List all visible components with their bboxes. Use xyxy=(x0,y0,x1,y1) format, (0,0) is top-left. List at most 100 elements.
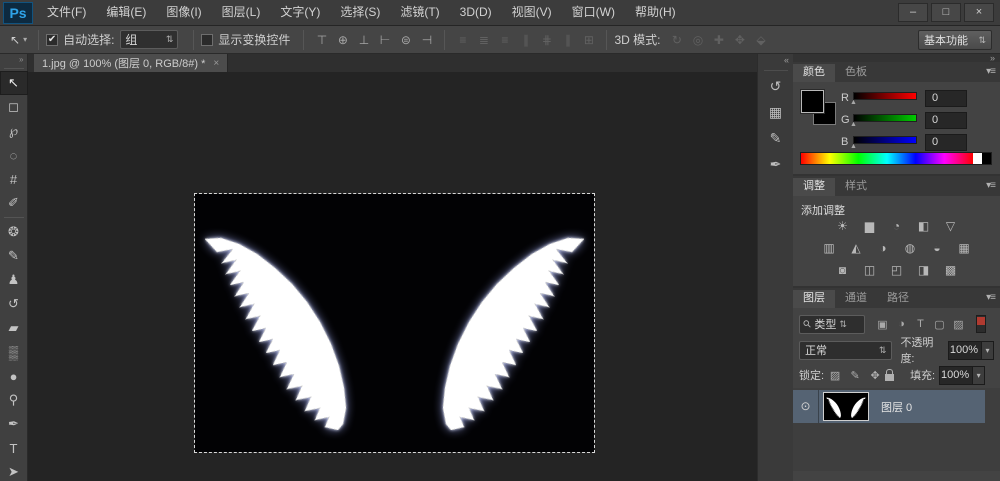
visibility-eye-icon[interactable]: ⊙ xyxy=(793,390,819,423)
tool-history-brush[interactable]: ↺ xyxy=(1,292,27,316)
minimize-button[interactable]: – xyxy=(898,3,928,22)
adjust-posterize-icon[interactable]: ◫ xyxy=(860,262,880,278)
menu-layer[interactable]: 图层(L) xyxy=(212,0,271,26)
adjust-color-lookup-icon[interactable]: ▦ xyxy=(954,240,974,256)
tool-spot-healing-brush[interactable]: ❂ xyxy=(1,220,27,244)
align-horizontal-centers-icon[interactable]: ⊜ xyxy=(395,30,416,50)
menu-view[interactable]: 视图(V) xyxy=(502,0,562,26)
menu-select[interactable]: 选择(S) xyxy=(330,0,390,26)
red-slider-track[interactable] xyxy=(853,92,917,100)
auto-align-layers-icon[interactable]: ⊞ xyxy=(578,30,599,50)
distribute-top-edges-icon[interactable]: ≡ xyxy=(452,30,473,50)
lock-transparent-pixels-icon[interactable]: ▨ xyxy=(828,368,842,382)
slider-thumb[interactable]: ▲ xyxy=(850,143,857,150)
tool-quick-selection[interactable]: ◌ xyxy=(1,143,27,167)
adjust-levels-icon[interactable]: ▆ xyxy=(860,218,880,234)
layer-thumbnail[interactable] xyxy=(823,392,869,421)
tool-eraser[interactable]: ▰ xyxy=(1,316,27,340)
tool-path-selection[interactable]: ➤ xyxy=(1,460,27,481)
layer-filter-type-dropdown[interactable]: ⚲ 类型 ⇅ xyxy=(799,315,865,334)
layer-name[interactable]: 图层 0 xyxy=(881,399,912,415)
tab-channels[interactable]: 通道 xyxy=(835,290,877,308)
3d-slide-icon[interactable]: ✥ xyxy=(729,30,750,50)
current-tool-preset[interactable]: ↖ ▾ xyxy=(6,31,31,49)
distribute-left-edges-icon[interactable]: ∥ xyxy=(515,30,536,50)
panel-menu-icon[interactable]: ▾≡ xyxy=(986,180,995,191)
adjust-threshold-icon[interactable]: ◰ xyxy=(887,262,907,278)
adjust-curves-icon[interactable]: ◔ xyxy=(887,218,907,234)
panel-menu-icon[interactable]: ▾≡ xyxy=(986,66,995,77)
menu-filter[interactable]: 滤镜(T) xyxy=(390,0,449,26)
tool-crop[interactable]: # xyxy=(1,167,27,191)
auto-select-checkbox[interactable]: ✔ xyxy=(46,34,58,46)
menu-edit[interactable]: 编辑(E) xyxy=(96,0,156,26)
green-slider-track[interactable] xyxy=(853,114,917,122)
dock-tool-presets-icon[interactable]: ✎ xyxy=(763,126,789,150)
filter-adjustment-layers-icon[interactable]: ◑ xyxy=(892,315,911,333)
blue-slider-track[interactable] xyxy=(853,136,917,144)
opacity-field[interactable]: 100% ▾ xyxy=(948,341,994,360)
adjust-gradient-map-icon[interactable]: ◨ xyxy=(914,262,934,278)
filter-smart-objects-icon[interactable]: ▨ xyxy=(949,315,968,333)
document-tab[interactable]: 1.jpg @ 100% (图层 0, RGB/8#) * × xyxy=(34,54,228,72)
menu-file[interactable]: 文件(F) xyxy=(37,0,96,26)
tool-clone-stamp[interactable]: ♟ xyxy=(1,268,27,292)
adjust-photo-filter-icon[interactable]: ◍ xyxy=(900,240,920,256)
menu-window[interactable]: 窗口(W) xyxy=(562,0,625,26)
menu-3d[interactable]: 3D(D) xyxy=(450,0,502,26)
red-value-field[interactable]: 0 xyxy=(925,90,967,107)
canvas-document[interactable] xyxy=(195,194,594,452)
adjust-brightness-contrast-icon[interactable]: ☀ xyxy=(833,218,853,234)
layer-row-selected[interactable]: ⊙ 图层 0 xyxy=(793,390,985,423)
chevron-down-icon[interactable]: ▾ xyxy=(973,366,985,385)
panel-menu-icon[interactable]: ▾≡ xyxy=(986,292,995,303)
3d-roll-icon[interactable]: ◎ xyxy=(687,30,708,50)
distribute-vertical-centers-icon[interactable]: ≣ xyxy=(473,30,494,50)
tab-layers[interactable]: 图层 xyxy=(793,290,835,308)
dock-properties-icon[interactable]: ▦ xyxy=(763,100,789,124)
tools-collapse-icon[interactable]: » xyxy=(0,54,28,66)
adjust-vibrance-icon[interactable]: ▽ xyxy=(941,218,961,234)
close-tab-icon[interactable]: × xyxy=(213,58,219,69)
align-right-edges-icon[interactable]: ⊣ xyxy=(416,30,437,50)
menu-help[interactable]: 帮助(H) xyxy=(625,0,686,26)
tool-dodge[interactable]: ⚲ xyxy=(1,388,27,412)
adjust-invert-icon[interactable]: ◙ xyxy=(833,262,853,278)
show-transform-checkbox[interactable] xyxy=(201,34,213,46)
lock-all-icon[interactable] xyxy=(882,368,896,382)
distribute-bottom-edges-icon[interactable]: ≡ xyxy=(494,30,515,50)
tool-blur[interactable]: ● xyxy=(1,364,27,388)
tab-paths[interactable]: 路径 xyxy=(877,290,919,308)
menu-image[interactable]: 图像(I) xyxy=(156,0,211,26)
green-value-field[interactable]: 0 xyxy=(925,112,967,129)
dock-brush-presets-icon[interactable]: ✒ xyxy=(763,152,789,176)
adjust-exposure-icon[interactable]: ◧ xyxy=(914,218,934,234)
tab-swatches[interactable]: 色板 xyxy=(835,64,877,82)
3d-scale-icon[interactable]: ⬙ xyxy=(750,30,771,50)
adjust-black-white-icon[interactable]: ◑ xyxy=(873,240,893,256)
tool-rectangular-marquee[interactable]: ◻ xyxy=(1,95,27,119)
maximize-button[interactable]: □ xyxy=(931,3,961,22)
slider-thumb[interactable]: ▲ xyxy=(850,121,857,128)
opacity-value[interactable]: 100% xyxy=(948,341,982,360)
filter-pixel-layers-icon[interactable]: ▣ xyxy=(873,315,892,333)
filter-shape-layers-icon[interactable]: ▢ xyxy=(930,315,949,333)
menu-type[interactable]: 文字(Y) xyxy=(270,0,330,26)
3d-rotate-icon[interactable]: ↻ xyxy=(666,30,687,50)
spectrum-gradient[interactable] xyxy=(801,153,973,164)
spectrum-white-swatch[interactable] xyxy=(973,153,982,164)
align-top-edges-icon[interactable]: ⊤ xyxy=(311,30,332,50)
adjust-selective-color-icon[interactable]: ▩ xyxy=(941,262,961,278)
align-left-edges-icon[interactable]: ⊢ xyxy=(374,30,395,50)
close-button[interactable]: × xyxy=(964,3,994,22)
adjust-channel-mixer-icon[interactable]: ◒ xyxy=(927,240,947,256)
blend-mode-dropdown[interactable]: 正常 ⇅ xyxy=(799,341,892,360)
auto-select-target-dropdown[interactable]: 组 ⇅ xyxy=(120,30,178,49)
layer-filter-toggle[interactable] xyxy=(976,315,986,333)
color-spectrum-ramp[interactable] xyxy=(800,152,992,165)
tool-type[interactable]: T xyxy=(1,436,27,460)
panels-collapse-icon[interactable]: » xyxy=(793,54,1000,62)
blue-value-field[interactable]: 0 xyxy=(925,134,967,151)
dock-history-icon[interactable]: ↺ xyxy=(763,74,789,98)
distribute-right-edges-icon[interactable]: ∥ xyxy=(557,30,578,50)
